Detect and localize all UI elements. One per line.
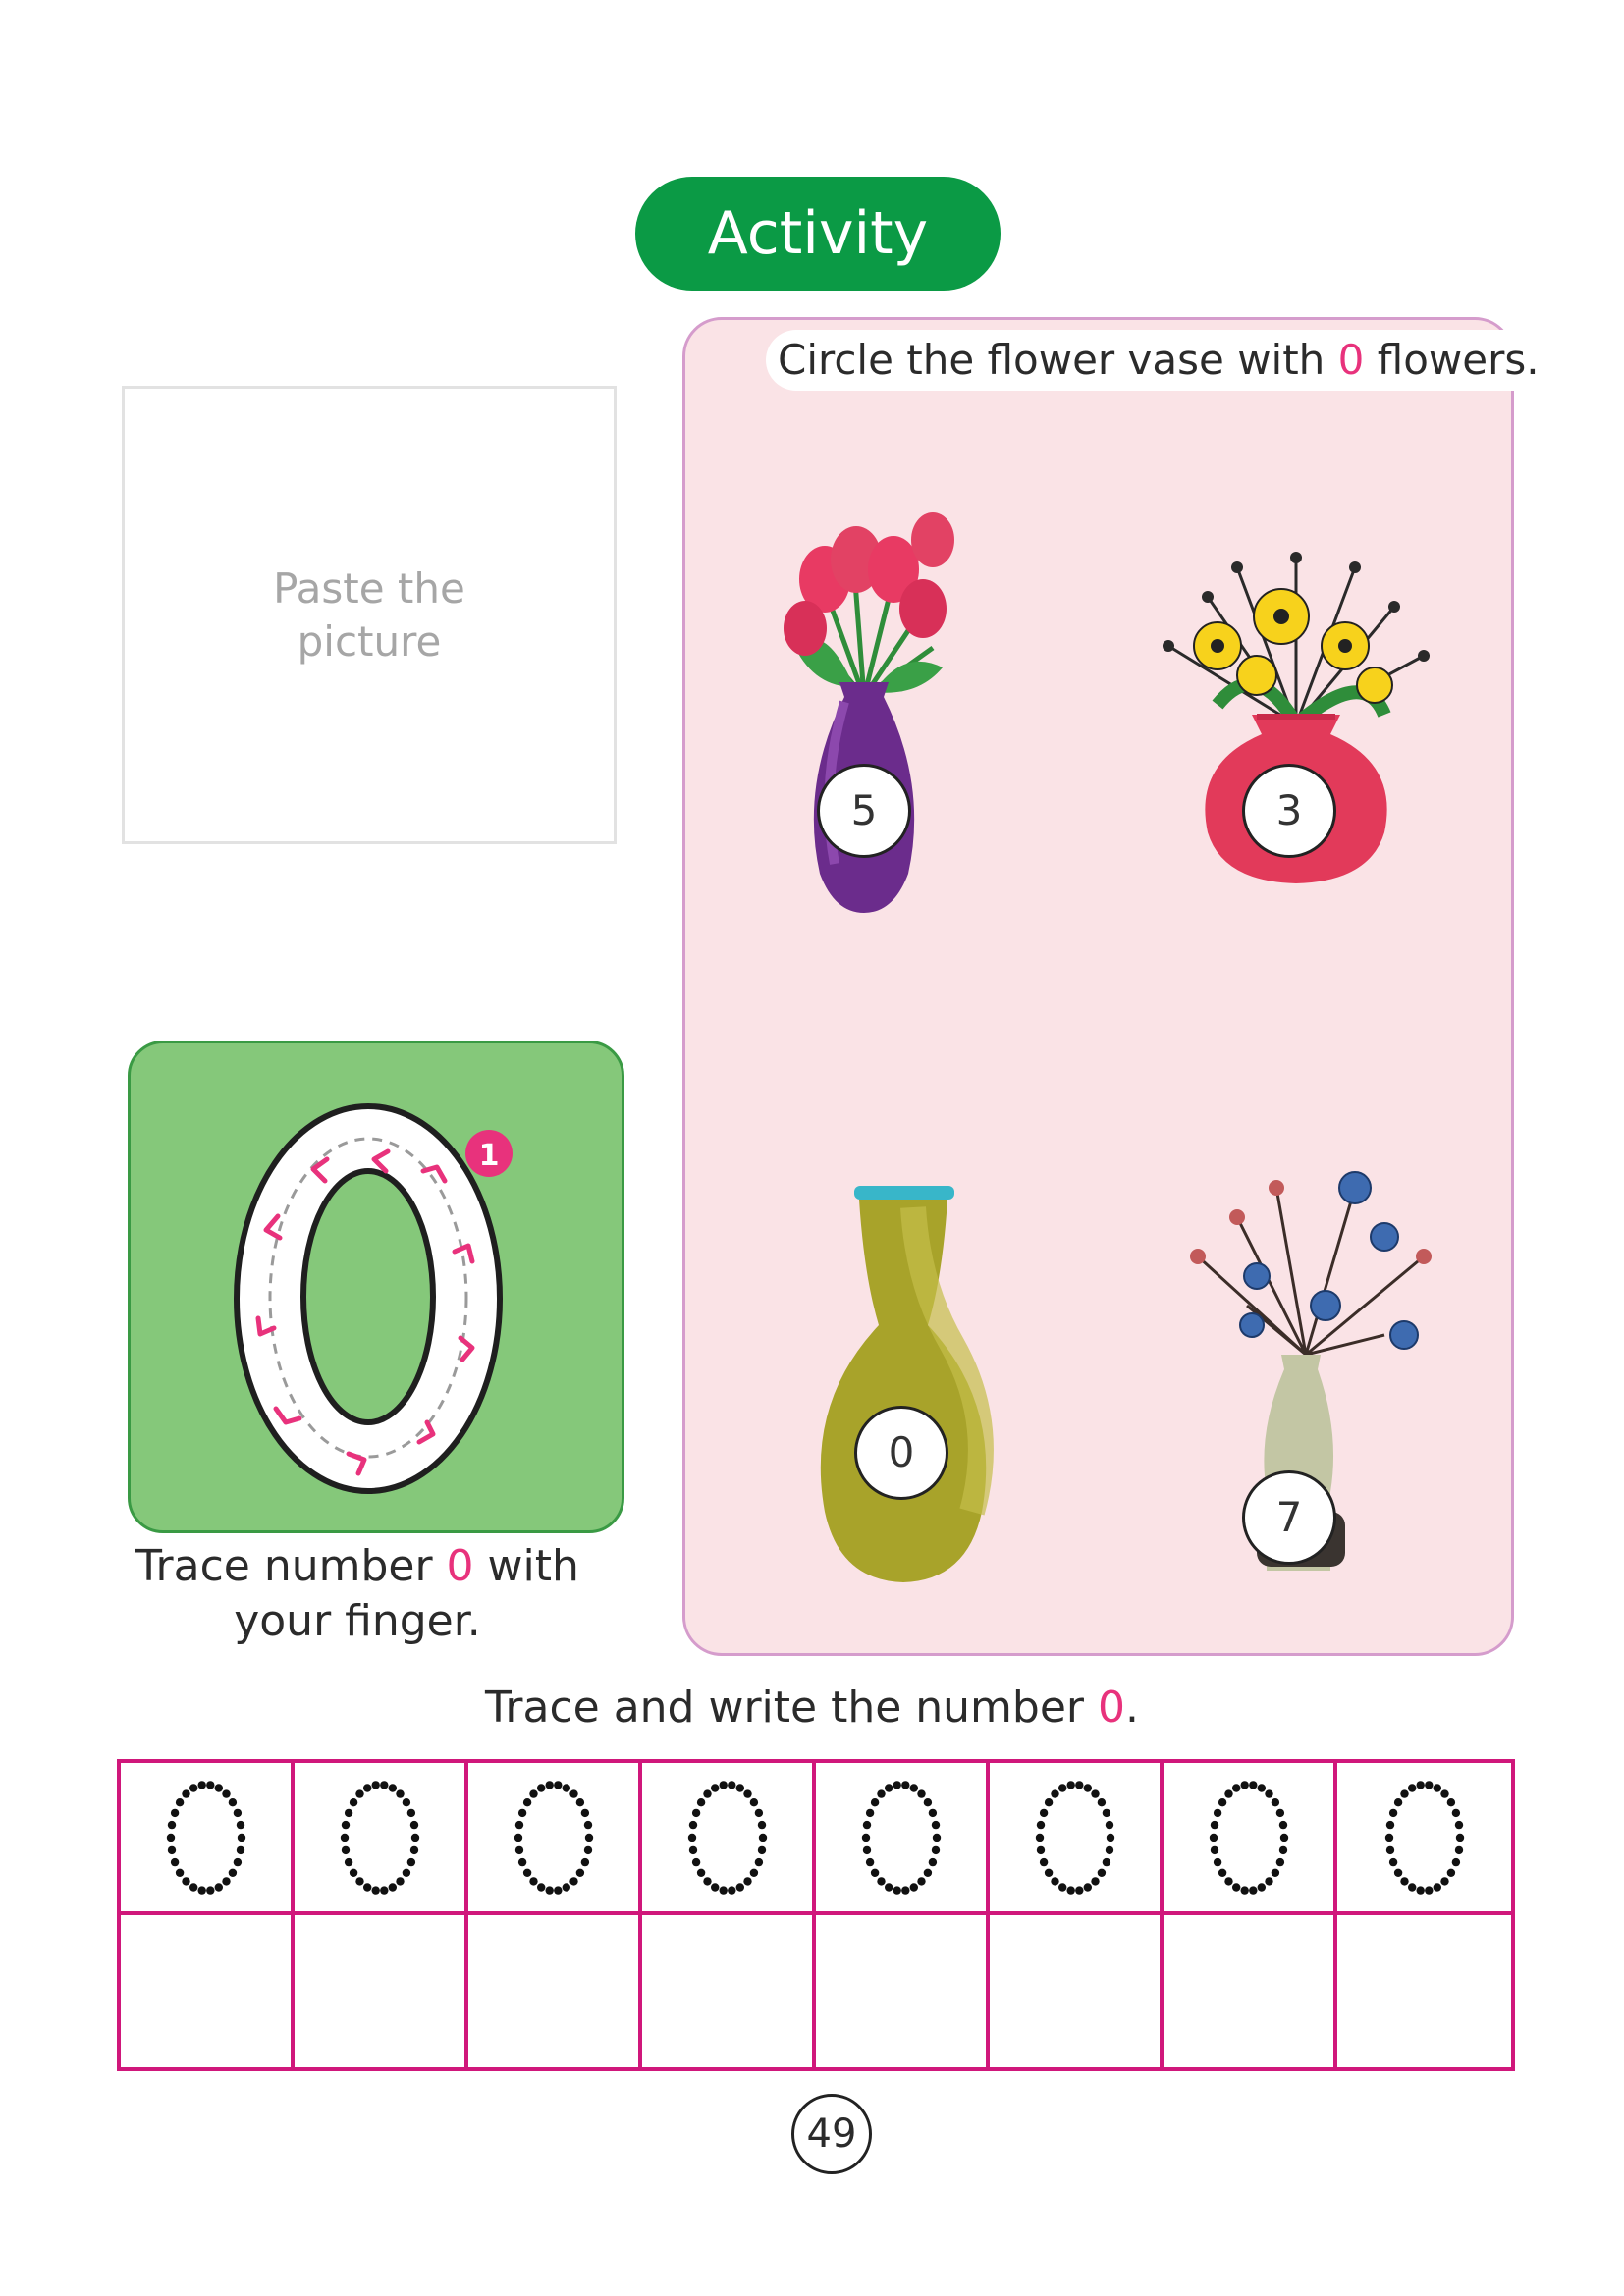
vase-number-badge: 7 [1242,1470,1336,1565]
writing-grid [117,1759,1515,2071]
trace-cell[interactable] [468,1763,642,1915]
trace-caption-digit: 0 [446,1541,474,1591]
write-cell[interactable] [990,1915,1164,2067]
paste-picture-box[interactable]: Paste the picture [122,386,617,844]
write-cell[interactable] [642,1915,816,2067]
activity-title-pill: Activity [635,177,1001,291]
circle-instruction-text-end: flowers. [1364,336,1540,384]
circle-instruction-text: Circle the flower vase with [778,336,1338,384]
dotted-zero-icon [1384,1780,1464,1895]
tulip-bouquet-icon [784,512,954,700]
circle-instruction: Circle the flower vase with 0 flowers. [766,330,1551,391]
step-badge: 1 [479,1139,500,1173]
vase-number-badge: 0 [854,1406,948,1500]
vase-number-badge: 3 [1242,764,1336,858]
yellow-flower-bouquet-icon [1163,552,1430,735]
write-instruction-text: Trace and write the number [485,1682,1098,1733]
trace-zero-illustration: 1 [234,1103,513,1494]
dotted-zero-icon [861,1780,941,1895]
write-cell[interactable] [1337,1915,1511,2067]
trace-cell[interactable] [295,1763,468,1915]
blue-flower-bouquet-icon [1190,1171,1432,1357]
dotted-zero-icon [1209,1780,1288,1895]
dotted-zero-icon [166,1780,245,1895]
write-cell[interactable] [295,1915,468,2067]
dotted-zero-icon [514,1780,593,1895]
trace-cell[interactable] [121,1763,295,1915]
dotted-zero-icon [340,1780,419,1895]
trace-zero-panel[interactable]: 1 [128,1041,624,1533]
write-instruction-digit: 0 [1098,1682,1125,1733]
write-cell[interactable] [816,1915,990,2067]
trace-caption-text: Trace number [135,1541,447,1591]
circle-instruction-digit: 0 [1337,336,1365,384]
trace-cell[interactable] [642,1763,816,1915]
paste-picture-label: Paste the picture [273,563,465,666]
write-cell[interactable] [468,1915,642,2067]
vase-number-badge: 5 [817,764,911,858]
trace-cell[interactable] [990,1763,1164,1915]
trace-cell[interactable] [1164,1763,1337,1915]
dotted-zero-icon [687,1780,767,1895]
activity-title: Activity [707,199,929,268]
trace-cell[interactable] [1337,1763,1511,1915]
olive-vase-empty[interactable] [805,1178,1001,1590]
write-cell[interactable] [1164,1915,1337,2067]
write-instruction: Trace and write the number 0. [0,1681,1624,1735]
write-instruction-text-end: . [1125,1682,1139,1733]
purple-vase-tulips[interactable] [746,501,982,933]
page-number: 49 [791,2094,872,2174]
trace-cell[interactable] [816,1763,990,1915]
dotted-zero-icon [1035,1780,1114,1895]
write-cell[interactable] [121,1915,295,2067]
trace-caption: Trace number 0 with your finger. [82,1539,632,1649]
